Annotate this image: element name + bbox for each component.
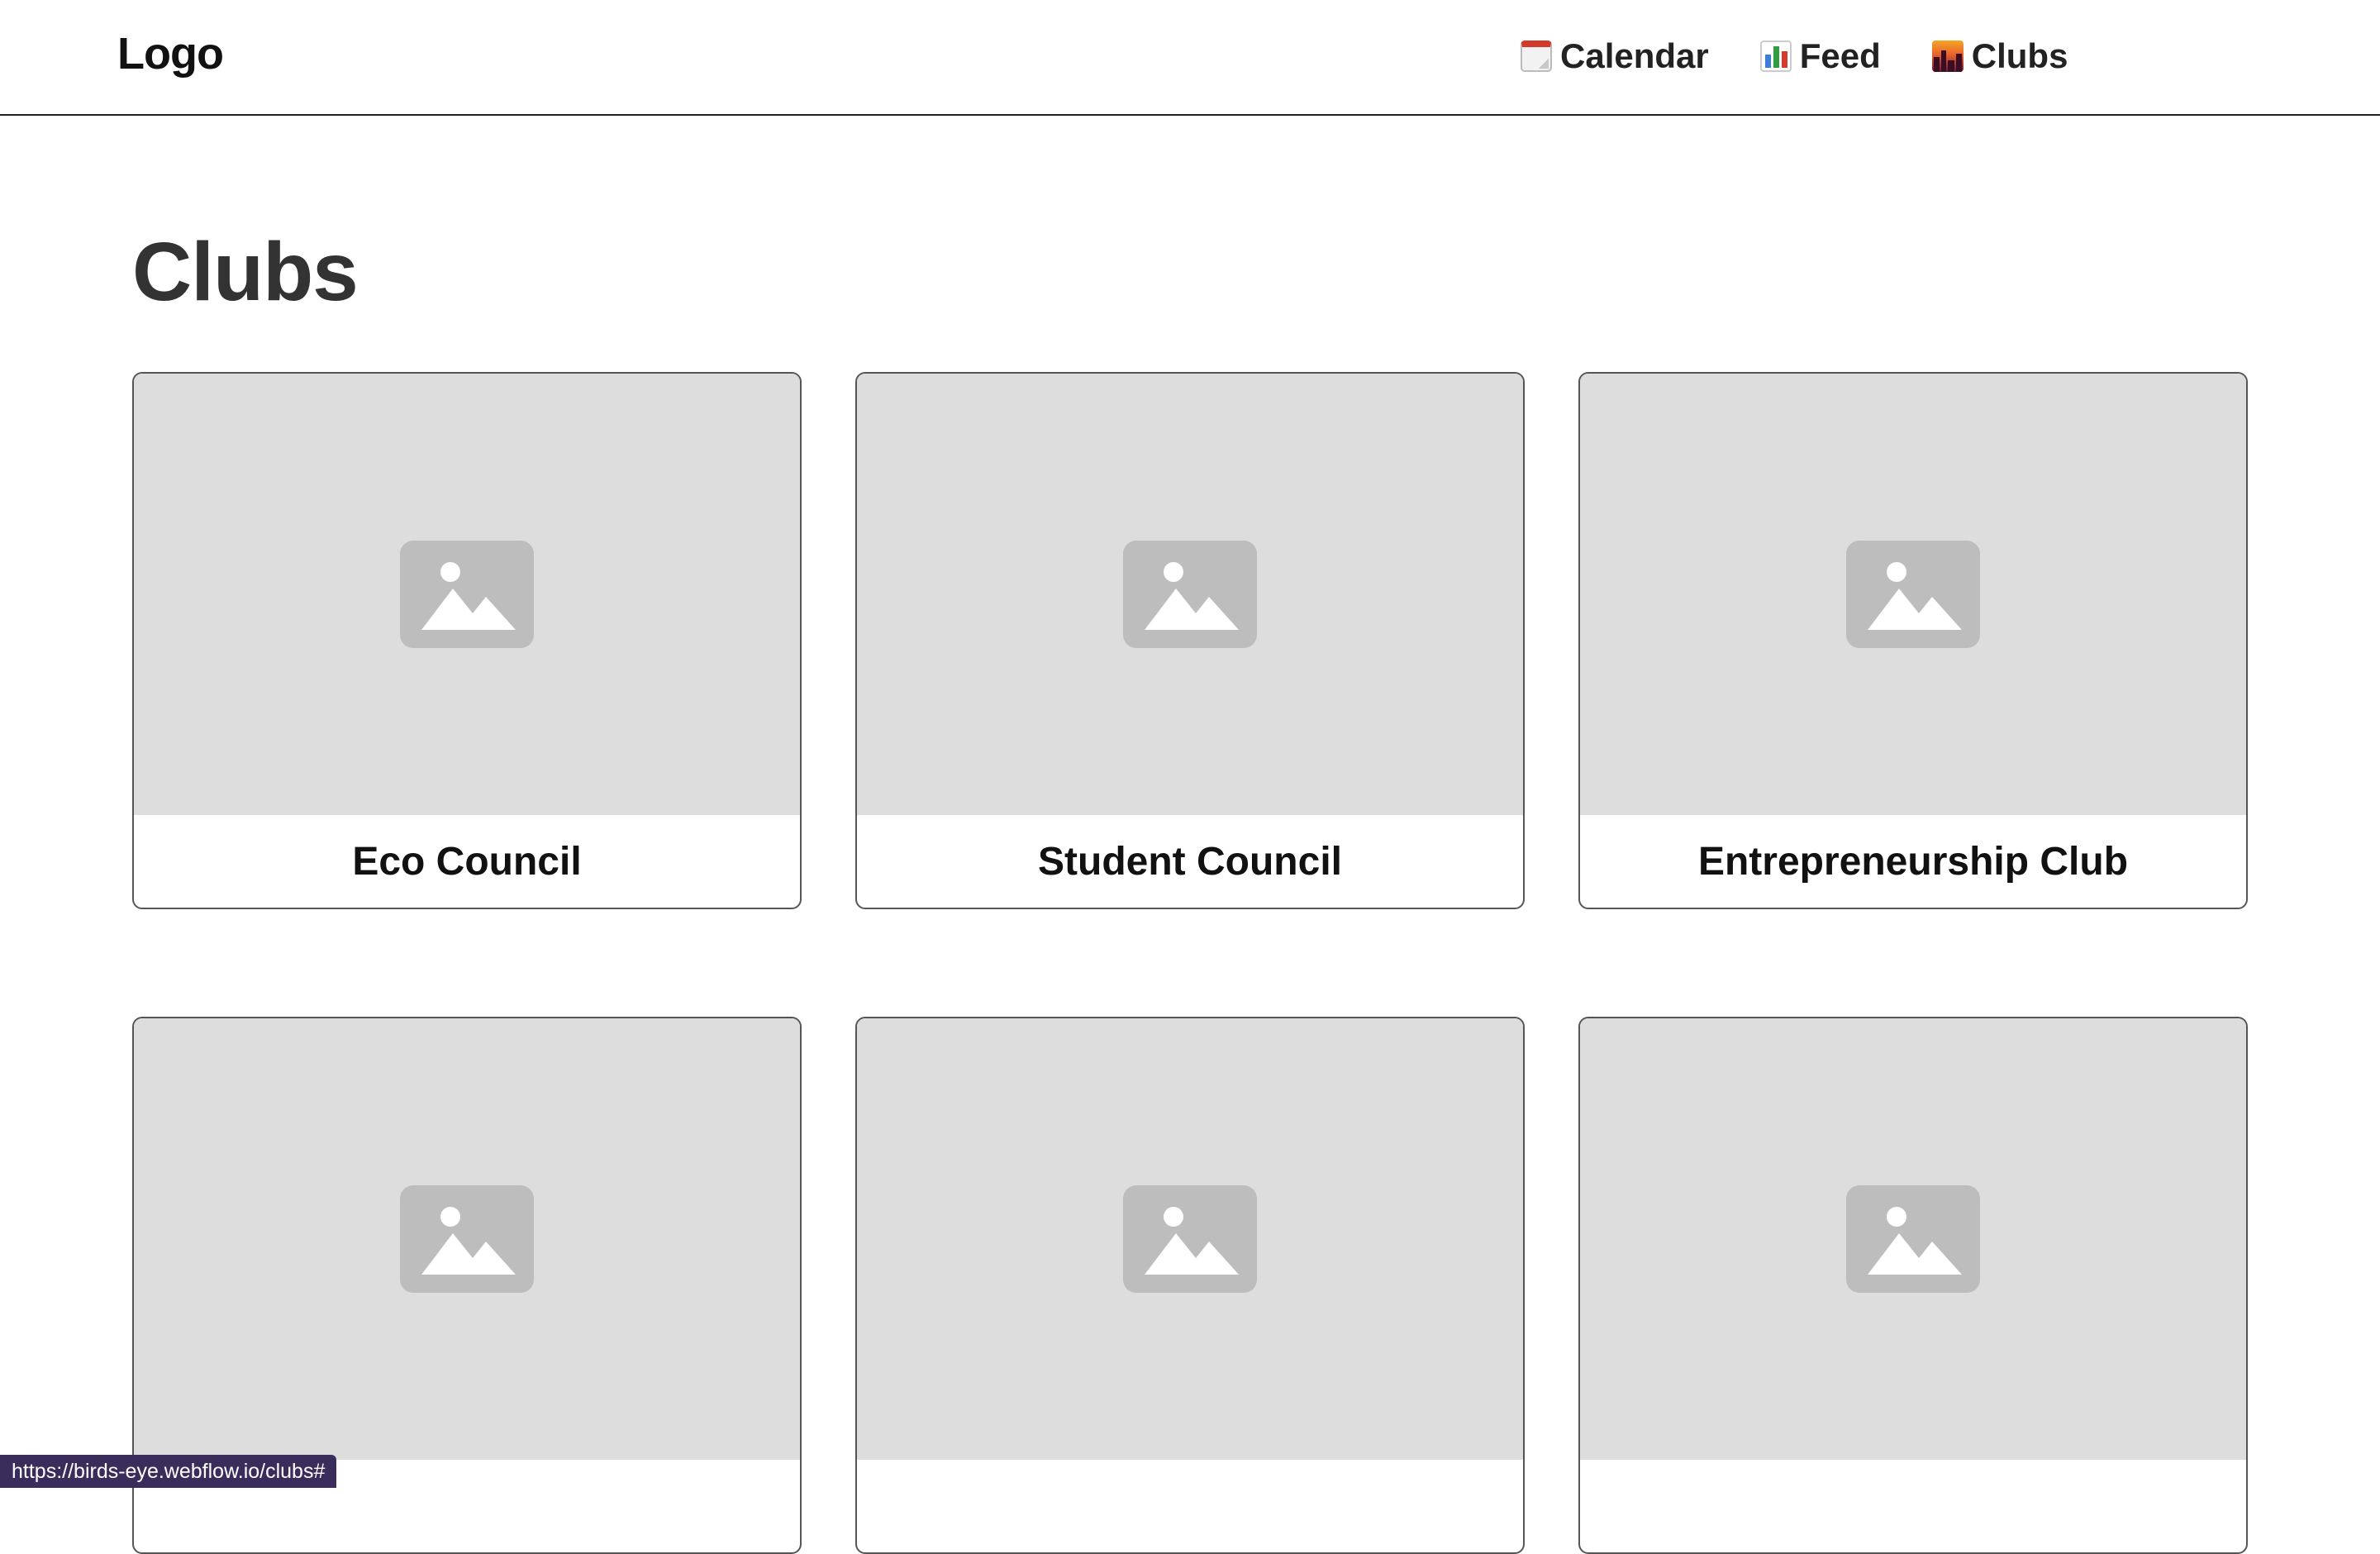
club-card[interactable]: Eco Council: [132, 372, 802, 909]
bar-chart-icon: [1759, 41, 1792, 72]
card-title: Eco Council: [352, 839, 582, 884]
card-image: [857, 1018, 1523, 1460]
card-title: Entrepreneurship Club: [1697, 839, 2129, 884]
link-preview-status-bar: https://birds-eye.webflow.io/clubs#: [0, 1455, 337, 1488]
nav-link-label: Clubs: [1971, 36, 2068, 75]
card-image: [134, 374, 800, 815]
clubs-grid: Eco Council Student Council Entrepreneur…: [132, 372, 2248, 1554]
placeholder-image-icon: [400, 1185, 534, 1293]
card-title: [857, 1460, 1523, 1552]
placeholder-image-icon: [1846, 1185, 1980, 1293]
card-image: [1580, 1018, 2246, 1460]
club-card[interactable]: [855, 1017, 1525, 1554]
nav-link-clubs[interactable]: Clubs: [1931, 36, 2068, 76]
card-title: [1580, 1460, 2246, 1552]
club-card[interactable]: Student Council: [855, 372, 1525, 909]
nav-link-label: Feed: [1799, 36, 1881, 75]
navbar: Logo Calendar Feed Clubs: [0, 0, 2380, 116]
placeholder-image-icon: [1846, 541, 1980, 648]
calendar-icon: [1521, 41, 1552, 72]
nav-links: Calendar Feed Clubs: [1521, 36, 2068, 76]
card-image: [134, 1018, 800, 1460]
club-card[interactable]: Entrepreneurship Club: [1578, 372, 2248, 909]
nav-link-feed[interactable]: Feed: [1759, 36, 1881, 76]
placeholder-image-icon: [1123, 1185, 1257, 1293]
card-image: [1580, 374, 2246, 815]
logo-link[interactable]: Logo: [117, 28, 224, 79]
card-image: [857, 374, 1523, 815]
nav-link-label: Calendar: [1560, 36, 1709, 75]
page-title: Clubs: [132, 226, 359, 318]
club-card[interactable]: [1578, 1017, 2248, 1554]
placeholder-image-icon: [400, 541, 534, 648]
card-title: Student Council: [1038, 839, 1342, 884]
nav-link-calendar[interactable]: Calendar: [1521, 36, 1709, 76]
city-sunset-icon: [1931, 41, 1963, 72]
placeholder-image-icon: [1123, 541, 1257, 648]
